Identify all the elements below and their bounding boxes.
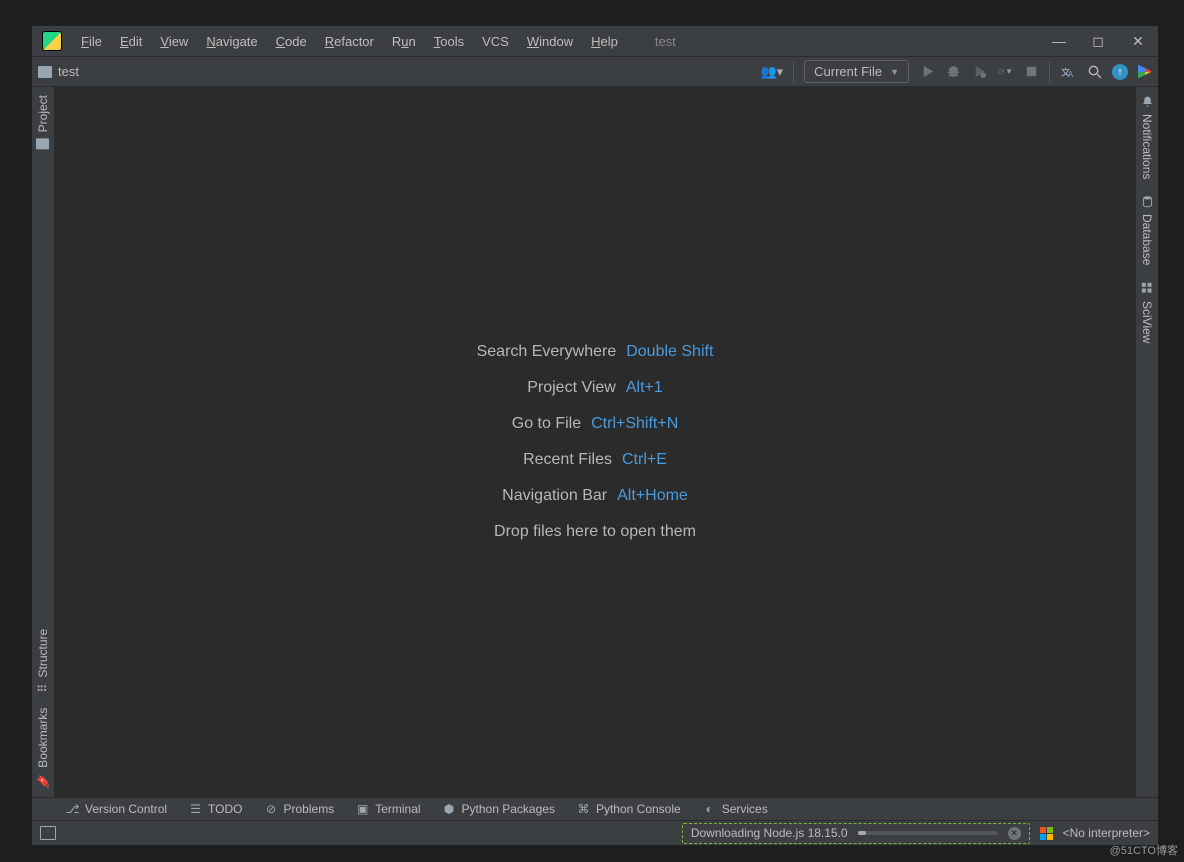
- menu-edit[interactable]: Edit: [111, 30, 151, 53]
- tab-todo[interactable]: ☰TODO: [189, 802, 242, 816]
- menu-run[interactable]: Run: [383, 30, 425, 53]
- window-title-project: test: [655, 34, 676, 49]
- menu-code[interactable]: Code: [267, 30, 316, 53]
- separator: [793, 62, 794, 82]
- breadcrumb-project[interactable]: test: [58, 64, 79, 79]
- svg-text:A: A: [1067, 69, 1073, 79]
- status-bar: Downloading Node.js 18.15.0 ✕ <No interp…: [32, 820, 1158, 845]
- tip-navigation-bar: Navigation BarAlt+Home: [502, 487, 688, 505]
- menu-help[interactable]: Help: [582, 30, 627, 53]
- shortcut: Alt+1: [626, 379, 663, 397]
- menu-vcs[interactable]: VCS: [473, 30, 518, 53]
- tool-structure[interactable]: ⠿Structure: [34, 621, 52, 700]
- shortcut: Double Shift: [626, 343, 713, 361]
- download-label: Downloading Node.js 18.15.0: [691, 826, 848, 840]
- todo-icon: ☰: [189, 803, 202, 816]
- tab-python-packages[interactable]: ⬢Python Packages: [443, 802, 555, 816]
- stop-button[interactable]: [1023, 64, 1039, 80]
- project-folder-icon: [38, 66, 52, 78]
- main-body: Project ⠿Structure 🔖Bookmarks Search Eve…: [32, 87, 1158, 797]
- jetbrains-toolbox-icon[interactable]: [1138, 65, 1152, 79]
- menu-tools[interactable]: Tools: [425, 30, 473, 53]
- interpreter-selector[interactable]: <No interpreter>: [1063, 826, 1150, 840]
- folder-icon: [37, 138, 50, 149]
- chevron-down-icon: ▼: [890, 67, 899, 77]
- tip-recent-files: Recent FilesCtrl+E: [523, 451, 667, 469]
- left-tool-stripe: Project ⠿Structure 🔖Bookmarks: [32, 87, 54, 797]
- bottom-tool-tabs: ⎇Version Control ☰TODO ⊘Problems ▣Termin…: [32, 797, 1158, 820]
- microsoft-defender-icon[interactable]: [1040, 827, 1053, 840]
- tip-go-to-file: Go to FileCtrl+Shift+N: [512, 415, 679, 433]
- pycharm-icon: [42, 31, 62, 51]
- python-icon: ⌘: [577, 803, 590, 816]
- grid-icon: [1140, 282, 1154, 295]
- bell-icon: [1140, 95, 1154, 108]
- progress-bar: [858, 831, 998, 835]
- ide-window: File Edit View Navigate Code Refactor Ru…: [31, 25, 1159, 846]
- terminal-icon: ▣: [356, 803, 369, 816]
- tool-notifications[interactable]: Notifications: [1138, 87, 1156, 187]
- translate-icon[interactable]: 文A: [1060, 64, 1076, 80]
- tip-search-everywhere: Search EverywhereDouble Shift: [477, 343, 714, 361]
- services-icon: ◐: [703, 803, 716, 816]
- watermark: @51CTO博客: [1110, 842, 1178, 858]
- profile-button[interactable]: ▼: [997, 64, 1013, 80]
- main-menu: File Edit View Navigate Code Refactor Ru…: [72, 30, 627, 53]
- shortcut: Ctrl+E: [622, 451, 667, 469]
- run-config-label: Current File: [814, 64, 882, 79]
- menu-navigate[interactable]: Navigate: [197, 30, 266, 53]
- shortcut: Alt+Home: [617, 487, 688, 505]
- search-icon[interactable]: [1086, 64, 1102, 80]
- vcs-icon: ⎇: [66, 803, 79, 816]
- navigation-toolbar: test 👥▾ Current File ▼ ▼ 文A ↑: [32, 56, 1158, 87]
- run-coverage-button[interactable]: [971, 64, 987, 80]
- tool-sciview[interactable]: SciView: [1138, 274, 1156, 351]
- download-progress[interactable]: Downloading Node.js 18.15.0 ✕: [682, 823, 1030, 844]
- tab-problems[interactable]: ⊘Problems: [265, 802, 335, 816]
- minimize-button[interactable]: ―: [1052, 33, 1064, 50]
- tool-database[interactable]: Database: [1138, 187, 1156, 273]
- structure-icon: ⠿: [36, 684, 50, 693]
- tab-terminal[interactable]: ▣Terminal: [356, 802, 420, 816]
- menu-window[interactable]: Window: [518, 30, 582, 53]
- titlebar: File Edit View Navigate Code Refactor Ru…: [32, 26, 1158, 56]
- run-button[interactable]: [919, 64, 935, 80]
- shortcut: Ctrl+Shift+N: [591, 415, 678, 433]
- editor-empty-state[interactable]: Search EverywhereDouble Shift Project Vi…: [54, 87, 1136, 797]
- cancel-download-icon[interactable]: ✕: [1008, 827, 1021, 840]
- tool-bookmarks[interactable]: 🔖Bookmarks: [34, 700, 52, 797]
- tool-project[interactable]: Project: [34, 87, 52, 157]
- menu-view[interactable]: View: [151, 30, 197, 53]
- tab-services[interactable]: ◐Services: [703, 802, 768, 816]
- close-button[interactable]: ✕: [1132, 33, 1144, 50]
- menu-refactor[interactable]: Refactor: [316, 30, 383, 53]
- tip-project-view: Project ViewAlt+1: [527, 379, 663, 397]
- update-available-icon[interactable]: ↑: [1112, 64, 1128, 80]
- menu-file[interactable]: File: [72, 30, 111, 53]
- code-with-me-icon[interactable]: 👥▾: [760, 64, 783, 80]
- tool-windows-toggle[interactable]: [40, 826, 56, 840]
- problems-icon: ⊘: [265, 803, 278, 816]
- packages-icon: ⬢: [443, 803, 456, 816]
- debug-button[interactable]: [945, 64, 961, 80]
- run-config-selector[interactable]: Current File ▼: [804, 60, 909, 83]
- right-tool-stripe: Notifications Database SciView: [1136, 87, 1158, 797]
- tab-version-control[interactable]: ⎇Version Control: [66, 802, 167, 816]
- separator: [1049, 62, 1050, 82]
- bookmark-icon: 🔖: [36, 774, 50, 789]
- database-icon: [1140, 195, 1154, 208]
- maximize-button[interactable]: ◻: [1092, 33, 1104, 50]
- drop-hint: Drop files here to open them: [494, 523, 696, 541]
- tab-python-console[interactable]: ⌘Python Console: [577, 802, 681, 816]
